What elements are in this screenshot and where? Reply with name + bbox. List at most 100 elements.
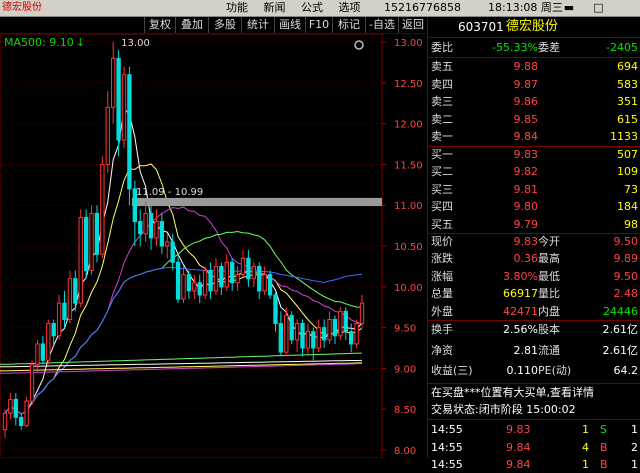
kline-chart[interactable]: 13.00 12.50 12.00 11.50 11.00 10.50 10.00 9.50 9… bbox=[0, 34, 426, 458]
order-level-label: 卖二 bbox=[431, 112, 453, 126]
band-range-label: 11.09 - 10.99 bbox=[136, 187, 203, 198]
stat-value: 9.83 bbox=[513, 235, 539, 248]
candle-body bbox=[46, 323, 51, 361]
tick-trades: 1 bbox=[631, 423, 638, 436]
order-price: 9.88 bbox=[513, 60, 539, 73]
stat-value: 2.61亿 bbox=[602, 323, 639, 336]
candle-body bbox=[240, 257, 246, 276]
candle-body bbox=[94, 212, 100, 255]
stat-label: PE(动) bbox=[538, 364, 572, 377]
tick-volume: 1 bbox=[582, 458, 589, 471]
toolbar-watchlist-button[interactable]: -自选 bbox=[365, 17, 398, 33]
stat-label: 涨幅 bbox=[431, 269, 453, 283]
candle-body bbox=[154, 221, 159, 239]
candle-body bbox=[19, 416, 24, 427]
candle-body bbox=[192, 282, 197, 292]
order-volume: 73 bbox=[624, 182, 638, 196]
stat-value: 0.110 bbox=[506, 364, 539, 377]
toolbar-overlay-button[interactable]: 叠加 bbox=[175, 17, 208, 33]
stat-value: 0.36 bbox=[513, 252, 539, 266]
minimize-icon[interactable]: ▬ bbox=[556, 0, 582, 16]
menu-item-function[interactable]: 功能 bbox=[226, 0, 248, 16]
order-book-row: 买一 9.83 507 bbox=[428, 146, 640, 163]
y-tick-label: 9.50 bbox=[394, 324, 416, 335]
tick-volume: 4 bbox=[582, 440, 589, 454]
order-price: 9.85 bbox=[513, 112, 539, 126]
order-price: 9.79 bbox=[513, 217, 539, 231]
order-volume: 507 bbox=[617, 148, 638, 161]
toolbar-draw-line-button[interactable]: 画线 bbox=[274, 17, 305, 33]
order-book-row: 卖三 9.86 351 bbox=[428, 93, 640, 110]
menu-item-options[interactable]: 选项 bbox=[339, 0, 361, 16]
menu-item-news[interactable]: 新闻 bbox=[264, 0, 286, 16]
stat-value: 2.48 bbox=[613, 287, 639, 301]
stat-value: 9.50 bbox=[613, 269, 639, 283]
high-price-label: 13.00 bbox=[121, 38, 150, 49]
window-title: 德宏股份 bbox=[2, 2, 42, 13]
stat-value: 64.2 bbox=[613, 364, 639, 377]
order-price: 9.82 bbox=[513, 165, 539, 179]
toolbar-multi-stock-button[interactable]: 多股 bbox=[208, 17, 241, 33]
tick-time: 14:55 bbox=[431, 458, 463, 471]
candle-body bbox=[73, 278, 78, 304]
y-tick-label: 10.50 bbox=[394, 242, 423, 253]
candle-body bbox=[175, 261, 181, 300]
stat-label: 股本 bbox=[538, 323, 560, 336]
toolbar-f10-button[interactable]: F10 bbox=[305, 17, 332, 33]
toolbar-back-button[interactable]: 返回 bbox=[398, 17, 427, 33]
order-book-row: 买二 9.82 109 bbox=[428, 163, 640, 180]
order-volume: 583 bbox=[617, 77, 638, 91]
candle-body bbox=[208, 270, 213, 292]
maximize-icon[interactable]: □ bbox=[586, 0, 612, 16]
toolbar-statistics-button[interactable]: 统计 bbox=[241, 17, 274, 33]
order-volume: 1133 bbox=[610, 130, 638, 144]
stock-code: 603701 bbox=[458, 20, 504, 34]
stat-label: 流通 bbox=[538, 343, 560, 357]
toolbar-restore-rights-button[interactable]: 复权 bbox=[144, 17, 175, 33]
tick-price: 9.84 bbox=[506, 440, 531, 454]
ma500-label: MA500: 9.10 ↓ bbox=[4, 36, 85, 49]
candle-body bbox=[51, 323, 56, 337]
candle-body bbox=[116, 57, 121, 141]
order-volume: 98 bbox=[624, 217, 638, 231]
y-tick-label: 11.50 bbox=[394, 160, 423, 171]
order-level-label: 卖五 bbox=[431, 60, 453, 73]
order-book-row: 买四 9.80 184 bbox=[428, 198, 640, 215]
chart-settings-icon[interactable] bbox=[354, 40, 364, 50]
stat-value: 42471 bbox=[503, 304, 538, 318]
menu-item-formula[interactable]: 公式 bbox=[301, 0, 323, 16]
order-book-row: 卖四 9.87 583 bbox=[428, 76, 640, 93]
order-price: 9.80 bbox=[513, 200, 539, 214]
bid-ask-diff: -2405 bbox=[606, 41, 638, 54]
ma-line bbox=[0, 363, 363, 374]
main-menu: 功能 新闻 公式 选项 bbox=[226, 0, 373, 16]
stat-label: 换手 bbox=[431, 323, 453, 336]
candle-body bbox=[316, 327, 321, 349]
order-price: 9.84 bbox=[513, 130, 539, 144]
order-book-row: 卖一 9.84 1133 bbox=[428, 128, 640, 145]
order-level-label: 卖一 bbox=[431, 130, 453, 144]
candle-body bbox=[138, 221, 143, 235]
y-tick-label: 11.00 bbox=[394, 201, 423, 212]
candle-body bbox=[67, 278, 73, 320]
candle-body bbox=[127, 74, 132, 190]
stat-value: 24446 bbox=[603, 304, 638, 318]
order-price: 9.83 bbox=[513, 148, 539, 161]
candle-body bbox=[230, 261, 235, 284]
candle-body bbox=[305, 331, 311, 349]
candle-body bbox=[289, 314, 294, 341]
bid-ask-ratio: -55.33% bbox=[492, 41, 538, 54]
order-book-row: 买三 9.81 73 bbox=[428, 181, 640, 198]
tick-trades: 1 bbox=[631, 458, 638, 471]
y-tick-label: 13.00 bbox=[394, 38, 423, 49]
toolbar-mark-button[interactable]: 标记 bbox=[332, 17, 365, 33]
y-tick-label: 10.00 bbox=[394, 283, 423, 294]
order-price: 9.86 bbox=[513, 95, 539, 109]
candle-body bbox=[24, 400, 29, 427]
candle-body bbox=[2, 412, 8, 431]
candle-body bbox=[262, 274, 267, 292]
stat-value: 2.81 bbox=[513, 343, 539, 357]
order-price: 9.81 bbox=[513, 182, 539, 196]
big-order-notice[interactable]: 在买盘***位置有大买单,查看详情 bbox=[428, 384, 640, 401]
y-tick-label: 8.50 bbox=[394, 405, 416, 416]
